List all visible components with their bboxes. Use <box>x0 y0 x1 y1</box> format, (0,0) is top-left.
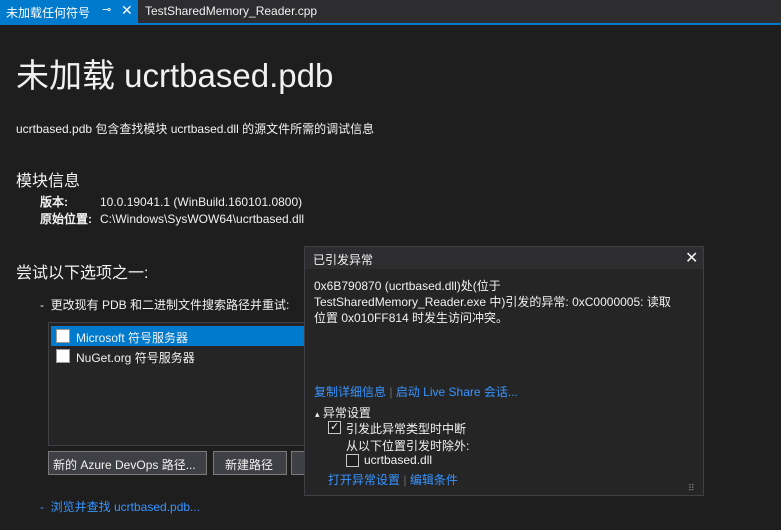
bullet-dash: - <box>40 298 44 312</box>
message-line: 0x6B790870 (ucrtbased.dll)处(位于 <box>314 279 501 293</box>
origin-value: C:\Windows\SysWOW64\ucrtbased.dll <box>100 212 305 226</box>
popup-title: 已引发异常 <box>313 253 374 267</box>
pin-icon[interactable]: ⊸ <box>102 3 111 16</box>
browse-pdb-link[interactable]: 浏览并查找 ucrtbased.pdb... <box>51 500 200 514</box>
version-value: 10.0.19041.1 (WinBuild.160101.0800) <box>100 195 303 209</box>
break-label: 引发此异常类型时中断 <box>346 422 467 436</box>
document-tab-strip: 未加载任何符号 ⊸ ✕ TestSharedMemory_Reader.cpp <box>0 0 781 23</box>
checkbox[interactable] <box>56 349 70 363</box>
module-exclude-label: ucrtbased.dll <box>364 453 433 467</box>
list-item-label: Microsoft 符号服务器 <box>76 331 189 345</box>
version-label: 版本: <box>40 195 68 209</box>
button-label: 新建路径 <box>225 458 274 472</box>
button-label: 新的 Azure DevOps 路径... <box>53 458 196 472</box>
message-line: TestSharedMemory_Reader.exe 中)引发的异常: 0xC… <box>314 295 671 309</box>
live-share-link[interactable]: 启动 Live Share 会话... <box>396 385 518 399</box>
separator: | <box>389 385 393 399</box>
popup-header: 已引发异常 ✕ <box>305 247 703 269</box>
close-icon[interactable]: ✕ <box>121 2 133 19</box>
list-item-label: NuGet.org 符号服务器 <box>76 351 195 365</box>
tab-label: 未加载任何符号 <box>6 6 91 20</box>
copy-details-link[interactable]: 复制详细信息 <box>314 385 386 399</box>
origin-row: 原始位置: C:\Windows\SysWOW64\ucrtbased.dll <box>40 210 304 227</box>
edit-conditions-link[interactable]: 编辑条件 <box>410 473 458 487</box>
options-heading: 尝试以下选项之一: <box>16 265 149 282</box>
popup-actions: 复制详细信息 | 启动 Live Share 会话... <box>314 383 518 400</box>
version-row: 版本: 10.0.19041.1 (WinBuild.160101.0800) <box>40 193 302 210</box>
separator: | <box>403 473 407 487</box>
new-path-button[interactable]: 新建路径 <box>213 451 287 475</box>
exception-settings-header[interactable]: ▴ 异常设置 <box>315 404 371 421</box>
tab-symbols-not-loaded[interactable]: 未加载任何符号 ⊸ ✕ <box>0 0 138 23</box>
check-icon: ✓ <box>330 421 340 433</box>
collapse-icon[interactable]: ▴ <box>315 409 320 419</box>
option-text: 更改现有 PDB 和二进制文件搜索路径并重试: <box>50 298 290 312</box>
resize-grip-icon[interactable]: ⠿ <box>688 483 695 494</box>
checkbox[interactable] <box>56 329 70 343</box>
exception-settings-heading: 异常设置 <box>322 406 371 420</box>
popup-footer-links: 打开异常设置 | 编辑条件 <box>328 471 458 488</box>
module-info-heading: 模块信息 <box>16 173 81 190</box>
message-line: 位置 0x010FF814 时发生访问冲突。 <box>314 311 509 325</box>
option-browse: - 浏览并查找 ucrtbased.pdb... <box>40 498 200 515</box>
page-title: 未加载 ucrtbased.pdb <box>16 57 334 94</box>
new-azure-devops-path-button[interactable]: 新的 Azure DevOps 路径... <box>48 451 207 475</box>
option-change-path: - 更改现有 PDB 和二进制文件搜索路径并重试: <box>40 296 289 313</box>
module-checkbox[interactable] <box>346 454 359 467</box>
exception-message: 0x6B790870 (ucrtbased.dll)处(位于 TestShare… <box>314 278 694 326</box>
exception-popup: 已引发异常 ✕ 0x6B790870 (ucrtbased.dll)处(位于 T… <box>304 246 704 496</box>
close-icon[interactable]: ✕ <box>685 248 698 268</box>
tab-label: TestSharedMemory_Reader.cpp <box>145 4 318 18</box>
break-checkbox[interactable]: ✓ <box>328 421 341 434</box>
bullet-dash: - <box>40 500 44 514</box>
except-label: 从以下位置引发时除外: <box>346 439 470 453</box>
origin-label: 原始位置: <box>40 212 92 226</box>
page-description: ucrtbased.pdb 包含查找模块 ucrtbased.dll 的源文件所… <box>16 122 375 136</box>
open-exception-settings-link[interactable]: 打开异常设置 <box>328 473 400 487</box>
